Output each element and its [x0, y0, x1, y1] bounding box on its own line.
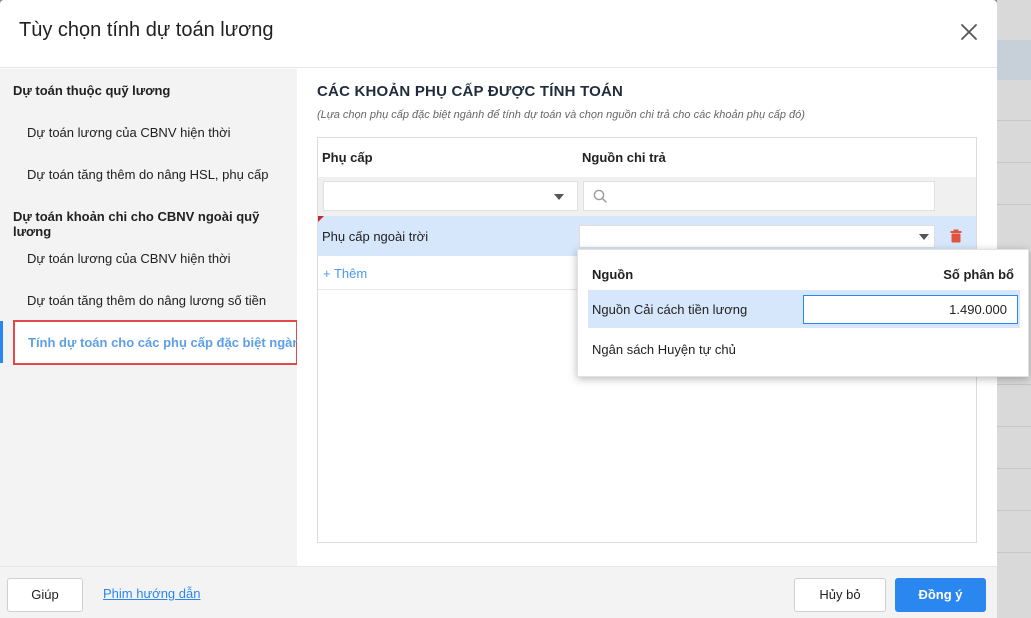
- chevron-down-icon: [554, 194, 564, 200]
- section-title: CÁC KHOẢN PHỤ CẤP ĐƯỢC TÍNH TOÁN: [317, 83, 624, 100]
- dropdown-header-amount: Số phân bổ: [943, 267, 1014, 282]
- dropdown-option-label: Nguồn Cải cách tiền lương: [592, 302, 748, 317]
- allowance-filter-select[interactable]: [323, 181, 578, 211]
- modified-flag: [318, 216, 324, 222]
- dropdown-option[interactable]: Nguồn Cải cách tiền lương: [588, 290, 1020, 328]
- ok-button[interactable]: Đồng ý: [895, 578, 986, 612]
- sidebar-item-hsl-increase[interactable]: Dự toán tăng thêm do nâng HSL, phụ cấp: [27, 167, 268, 182]
- row-allowance-name: Phụ cấp ngoài trời: [322, 229, 429, 244]
- column-header-allowance: Phụ cấp: [322, 150, 373, 165]
- dialog-header: Tùy chọn tính dự toán lương: [0, 0, 997, 68]
- source-search-input[interactable]: [583, 181, 935, 211]
- source-dropdown: Nguồn Số phân bổ Nguồn Cải cách tiền lươ…: [577, 249, 1029, 377]
- tutorial-video-link[interactable]: Phim hướng dẫn: [103, 586, 200, 601]
- trash-icon[interactable]: [950, 229, 962, 243]
- sidebar-group-salary-fund: Dự toán thuộc quỹ lương: [13, 83, 171, 98]
- search-icon: [593, 189, 607, 203]
- help-button[interactable]: Giúp: [7, 578, 83, 612]
- sidebar-item-salary-amount-increase[interactable]: Dự toán tăng thêm do nâng lương số tiền: [27, 293, 266, 308]
- dropdown-header-source: Nguồn: [592, 267, 634, 282]
- sidebar-item-current-salary-outside[interactable]: Dự toán lương của CBNV hiện thời: [27, 251, 231, 266]
- dialog-footer: Giúp Phim hướng dẫn Hủy bỏ Đồng ý: [0, 566, 997, 618]
- section-subtitle: (Lựa chọn phụ cấp đặc biệt ngành để tính…: [317, 109, 805, 121]
- row-source-select[interactable]: [579, 225, 935, 248]
- filter-row: [318, 177, 976, 216]
- dialog-title: Tùy chọn tính dự toán lương: [19, 19, 274, 41]
- sidebar-item-special-allowance[interactable]: Tính dự toán cho các phụ cấp đặc biệt ng…: [13, 320, 308, 365]
- background-highlight: [997, 40, 1031, 80]
- column-header-source: Nguồn chi trả: [582, 150, 666, 165]
- dropdown-option[interactable]: Ngân sách Huyện tự chủ: [588, 328, 1020, 368]
- add-allowance-link[interactable]: + Thêm: [323, 266, 367, 281]
- sidebar-group-outside-fund: Dự toán khoản chi cho CBNV ngoài quỹ lươ…: [13, 209, 260, 239]
- grid-header: Phụ cấp Nguồn chi trả: [318, 138, 976, 177]
- allocation-amount-input[interactable]: [803, 295, 1018, 324]
- sidebar-item-label: Tính dự toán cho các phụ cấp đặc biệt ng…: [28, 335, 309, 350]
- close-icon: [961, 24, 977, 40]
- sidebar-item-current-salary[interactable]: Dự toán lương của CBNV hiện thời: [27, 125, 231, 140]
- cancel-button[interactable]: Hủy bỏ: [794, 578, 886, 612]
- sidebar: Dự toán thuộc quỹ lương Dự toán lương củ…: [0, 69, 308, 566]
- chevron-down-icon[interactable]: [919, 234, 929, 240]
- dropdown-option-label: Ngân sách Huyện tự chủ: [592, 342, 736, 357]
- close-button[interactable]: [956, 19, 982, 45]
- sidebar-active-indicator: [0, 321, 3, 363]
